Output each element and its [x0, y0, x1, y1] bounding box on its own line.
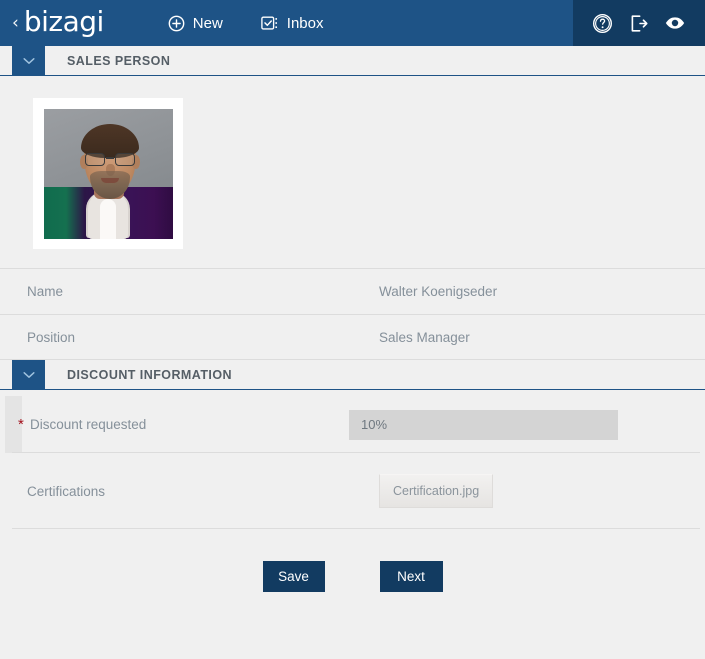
field-label-name: Name — [27, 284, 64, 299]
field-label-discount-requested: Discount requested — [30, 417, 147, 432]
section-title-sales-person: SALES PERSON — [67, 53, 171, 68]
field-label-certifications: Certifications — [27, 483, 106, 499]
required-asterisk: * — [18, 416, 24, 433]
person-details-table: Name Walter Koenigseder Position Sales M… — [0, 268, 705, 360]
form-body: SALES PERSON Name Walter Koenigseder Pos… — [0, 46, 705, 659]
sales-person-photo — [44, 109, 173, 239]
field-divider — [12, 528, 700, 529]
form-action-bar: Save Next — [0, 561, 705, 592]
brand-area: ‹ bizagi — [0, 0, 104, 46]
next-button[interactable]: Next — [379, 561, 443, 592]
discount-requested-input[interactable] — [349, 409, 618, 440]
section-toggle-discount-information[interactable] — [12, 360, 45, 389]
inbox-checkbox-icon — [261, 15, 279, 32]
nav-item-inbox-label: Inbox — [286, 14, 324, 32]
field-label-position: Position — [27, 329, 76, 345]
field-value-position: Sales Manager — [379, 329, 470, 345]
eye-icon[interactable] — [664, 14, 686, 32]
nav-item-new[interactable]: New — [168, 0, 223, 46]
photo-mouth — [101, 178, 119, 183]
save-button[interactable]: Save — [262, 561, 325, 592]
bizagi-logo[interactable]: bizagi — [24, 8, 104, 36]
photo-glasses-bridge — [106, 157, 114, 159]
table-row: Name Walter Koenigseder — [0, 268, 705, 314]
section-header-discount-information: DISCOUNT INFORMATION — [0, 360, 705, 390]
photo-lens-left — [85, 153, 105, 166]
top-bar: ‹ bizagi New Inbox — [0, 0, 705, 46]
sales-person-photo-frame — [33, 98, 183, 249]
section-title-discount-information: DISCOUNT INFORMATION — [67, 367, 233, 382]
field-value-name: Walter Koenigseder — [379, 284, 498, 299]
plus-circle-icon — [168, 15, 185, 32]
photo-glasses — [84, 153, 136, 166]
field-row-discount-requested: * Discount requested — [0, 396, 705, 453]
chevron-down-icon — [22, 367, 35, 382]
nav-item-new-label: New — [192, 14, 223, 32]
nav-item-inbox[interactable]: Inbox — [261, 0, 324, 46]
section-header-sales-person: SALES PERSON — [0, 46, 705, 76]
back-icon[interactable]: ‹ — [12, 14, 19, 32]
top-bar-actions — [573, 0, 705, 46]
field-row-certifications: Certifications Certification.jpg — [0, 453, 705, 529]
top-navigation: New Inbox — [168, 0, 362, 46]
logout-icon[interactable] — [628, 13, 649, 34]
section-toggle-sales-person[interactable] — [12, 46, 45, 75]
table-row: Position Sales Manager — [0, 314, 705, 360]
certification-file-button[interactable]: Certification.jpg — [379, 474, 494, 508]
chevron-down-icon — [22, 53, 35, 68]
help-icon[interactable] — [592, 13, 613, 34]
photo-lens-right — [115, 153, 135, 166]
